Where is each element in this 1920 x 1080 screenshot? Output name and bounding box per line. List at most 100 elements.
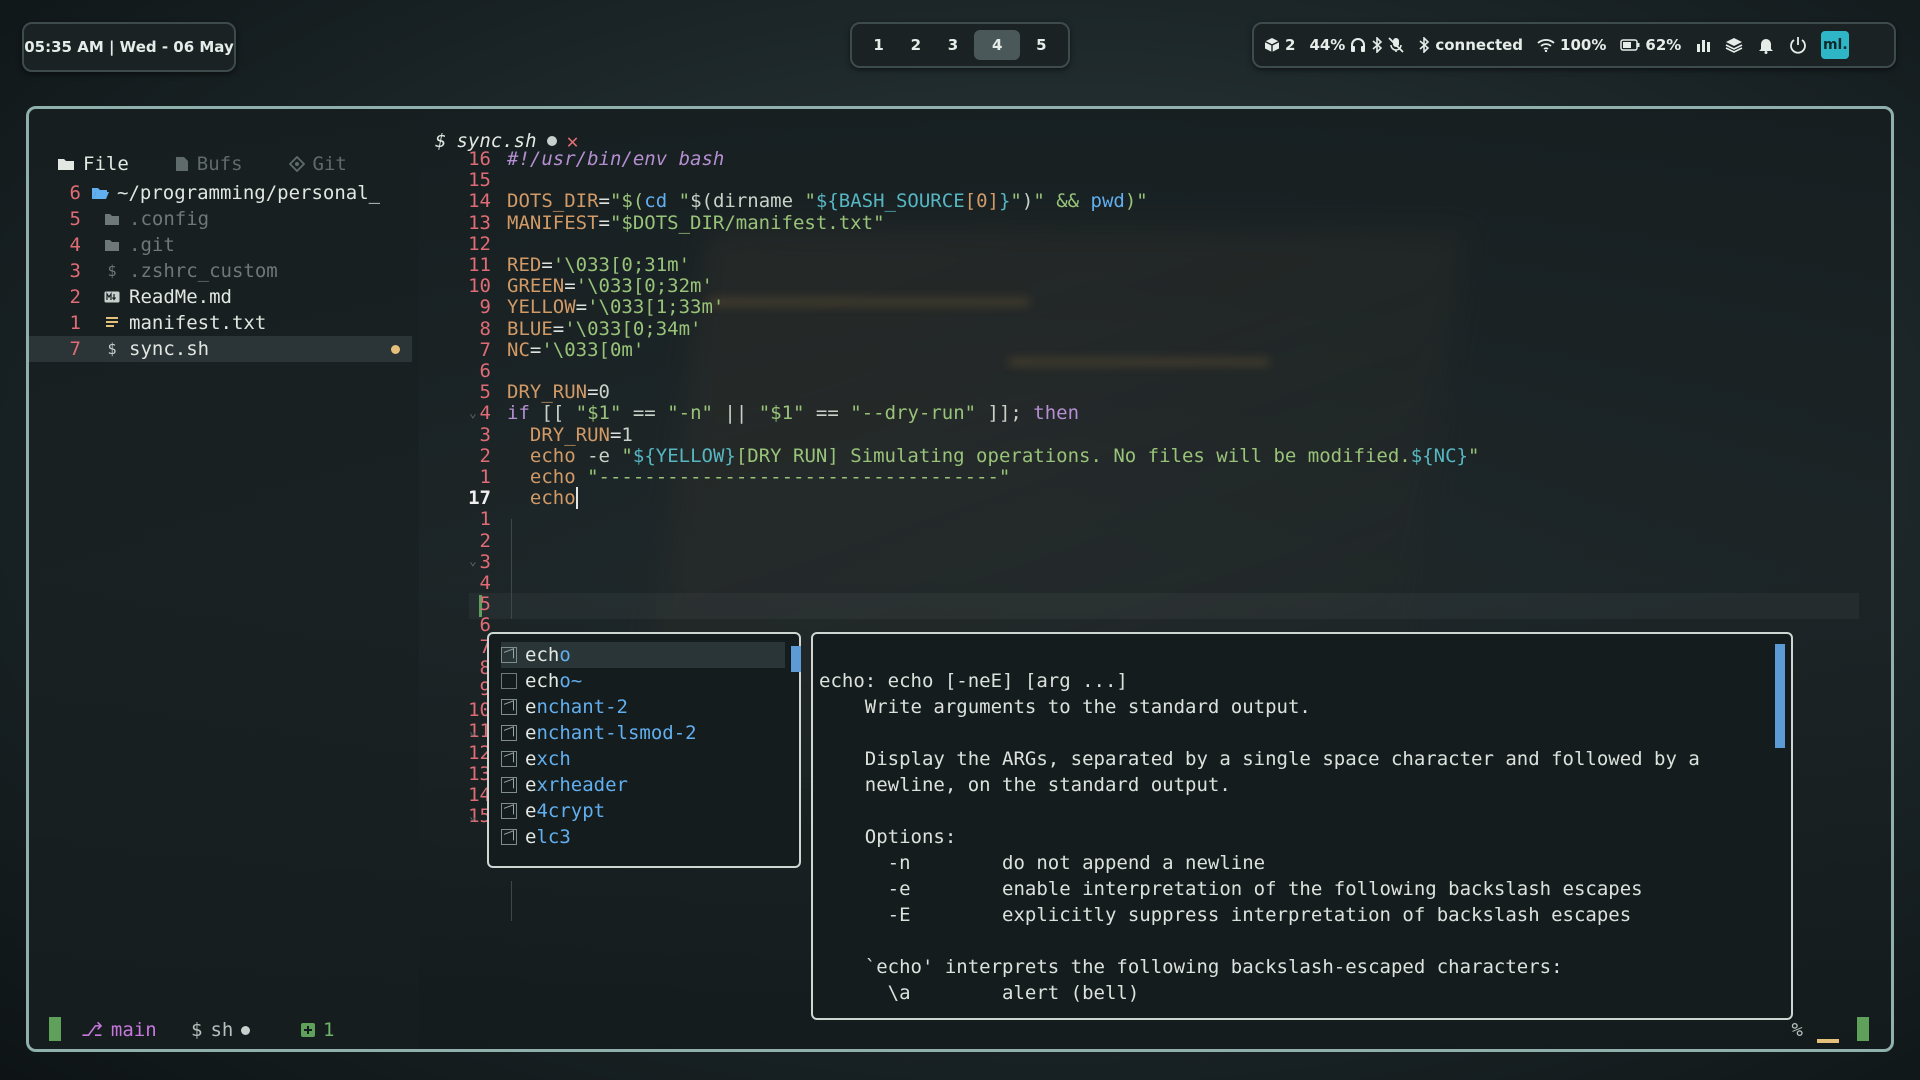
completion-item[interactable]: ech o~ — [501, 668, 785, 694]
volume-widget[interactable]: 44% — [1309, 36, 1404, 54]
background-light — [1009, 359, 1269, 365]
line-number: 10 — [468, 275, 491, 298]
wifi-strength: 100% — [1560, 36, 1607, 54]
completion-match: e — [525, 800, 537, 822]
completion-rest: xch — [536, 748, 571, 770]
editor-window: File Bufs Git 6 ~/programming/personal_ … — [26, 106, 1894, 1052]
mode-indicator-right — [1857, 1017, 1869, 1041]
wifi-widget[interactable]: 100% — [1537, 36, 1606, 54]
tree-item-label: .config — [129, 208, 210, 230]
tree-line-number: 2 — [69, 286, 81, 308]
avatar[interactable]: ml. — [1821, 31, 1850, 59]
tab-git[interactable]: Git — [288, 153, 347, 175]
workspace-4[interactable]: 4 — [974, 30, 1021, 60]
completion-match: e — [525, 748, 537, 770]
completion-item[interactable]: e nchant-lsmod-2 — [501, 720, 785, 746]
modified-indicator — [391, 344, 400, 354]
battery-icon — [1620, 39, 1640, 51]
diagnostics: 1 — [301, 1019, 334, 1041]
tab-file-label: File — [83, 153, 129, 175]
workspace-switcher: 1 2 3 4 5 — [850, 22, 1070, 68]
wifi-icon — [1537, 39, 1555, 52]
clock-text: 05:35 AM | Wed - 06 May — [24, 38, 234, 56]
bluetooth-status: connected — [1435, 36, 1524, 54]
bell-icon[interactable] — [1757, 36, 1775, 54]
fold-chevron-icon[interactable]: ⌄ — [469, 809, 477, 824]
completion-scrollbar[interactable] — [791, 646, 801, 672]
completion-item[interactable]: e xrheader — [501, 772, 785, 798]
tree-item-sync[interactable]: 7 $ sync.sh — [29, 336, 412, 362]
workspace-5[interactable]: 5 — [1025, 30, 1057, 60]
completion-item[interactable]: e lc3 — [501, 824, 785, 850]
workspace-1[interactable]: 1 — [863, 30, 895, 60]
line-number: 1 — [479, 466, 491, 488]
completion-item[interactable]: e 4crypt — [501, 798, 785, 824]
updates-widget[interactable]: 2 — [1264, 36, 1295, 54]
explorer-tabs: File Bufs Git — [57, 153, 347, 175]
tree-item-zshrc[interactable]: 3 $ .zshrc_custom — [29, 258, 412, 284]
fold-chevron-icon[interactable]: ⌄ — [469, 724, 477, 739]
completion-rest: o — [559, 644, 571, 666]
line-number: 12 — [468, 741, 491, 764]
tab-file[interactable]: File — [57, 153, 129, 175]
fold-chevron-icon[interactable]: ⌄ — [469, 554, 477, 569]
line-number: 13 — [468, 211, 491, 234]
bluetooth-widget[interactable]: connected — [1418, 36, 1523, 54]
branch-icon: ⎇ — [81, 1019, 103, 1041]
tree-item-root[interactable]: 6 ~/programming/personal_ — [29, 180, 412, 206]
completion-rest: nchant-lsmod-2 — [536, 722, 697, 744]
battery-widget[interactable]: 62% — [1620, 36, 1681, 54]
avatar-text: ml. — [1822, 37, 1848, 53]
completion-menu[interactable]: ech o ech o~ e nchant-2 e nchant-lsmod-2 e xch e xr… — [487, 632, 801, 868]
system-tray: 2 44% connected 100% 62% ml. — [1252, 22, 1896, 68]
dollar-icon: $ — [107, 262, 117, 280]
completion-rest: lc3 — [536, 826, 571, 848]
headphones-icon — [1351, 38, 1366, 52]
line-number: 1 — [479, 508, 491, 531]
doc-line: -n do not append a newline — [819, 852, 1266, 874]
line-number: 11 — [468, 720, 491, 743]
percent-label: % — [1791, 1019, 1803, 1041]
stats-icon[interactable] — [1695, 37, 1711, 53]
power-icon[interactable] — [1789, 36, 1807, 54]
line-number: 14 — [468, 190, 491, 213]
dollar-icon: $ — [107, 340, 117, 358]
documentation-scrollbar[interactable] — [1775, 644, 1785, 748]
tree-line-number: 6 — [69, 182, 81, 204]
line-number: 7 — [479, 635, 491, 658]
line-number: 12 — [468, 232, 491, 255]
tree-item-label: .git — [129, 234, 175, 256]
tab-bufs[interactable]: Bufs — [175, 153, 243, 175]
line-number: 2 — [479, 444, 491, 467]
updates-count: 2 — [1285, 36, 1296, 54]
command-kind-icon — [501, 647, 517, 663]
line-number: 15 — [468, 169, 491, 192]
tree-item-readme[interactable]: 2 ReadMe.md — [29, 284, 412, 310]
command-kind-icon — [501, 699, 517, 715]
command-kind-icon — [501, 751, 517, 767]
clock-widget: 05:35 AM | Wed - 06 May — [22, 22, 236, 72]
workspace-2[interactable]: 2 — [900, 30, 932, 60]
completion-match: e — [525, 696, 537, 718]
completion-item[interactable]: ech o — [501, 642, 785, 668]
workspace-3[interactable]: 3 — [937, 30, 969, 60]
tree-line-number: 7 — [69, 338, 81, 360]
completion-rest: 4crypt — [536, 800, 606, 822]
tab-git-label: Git — [312, 153, 347, 175]
line-number: 3 — [479, 423, 491, 446]
line-number: 5 — [479, 593, 491, 616]
completion-item[interactable]: e nchant-2 — [501, 694, 785, 720]
dollar-icon: $ — [191, 1019, 203, 1041]
line-number: 2 — [479, 529, 491, 552]
tree-item-git[interactable]: 4 .git — [29, 232, 412, 258]
mode-indicator — [49, 1017, 61, 1041]
layers-icon[interactable] — [1725, 37, 1743, 53]
command-kind-icon — [501, 777, 517, 793]
tree-item-config[interactable]: 5 .config — [29, 206, 412, 232]
line-number: 6 — [479, 360, 491, 382]
completion-item[interactable]: e xch — [501, 746, 785, 772]
line-number: 11 — [468, 254, 491, 276]
fold-chevron-icon[interactable]: ⌄ — [469, 406, 477, 421]
tree-item-manifest[interactable]: 1 manifest.txt — [29, 310, 412, 336]
diagnostic-plus-icon — [301, 1023, 315, 1037]
